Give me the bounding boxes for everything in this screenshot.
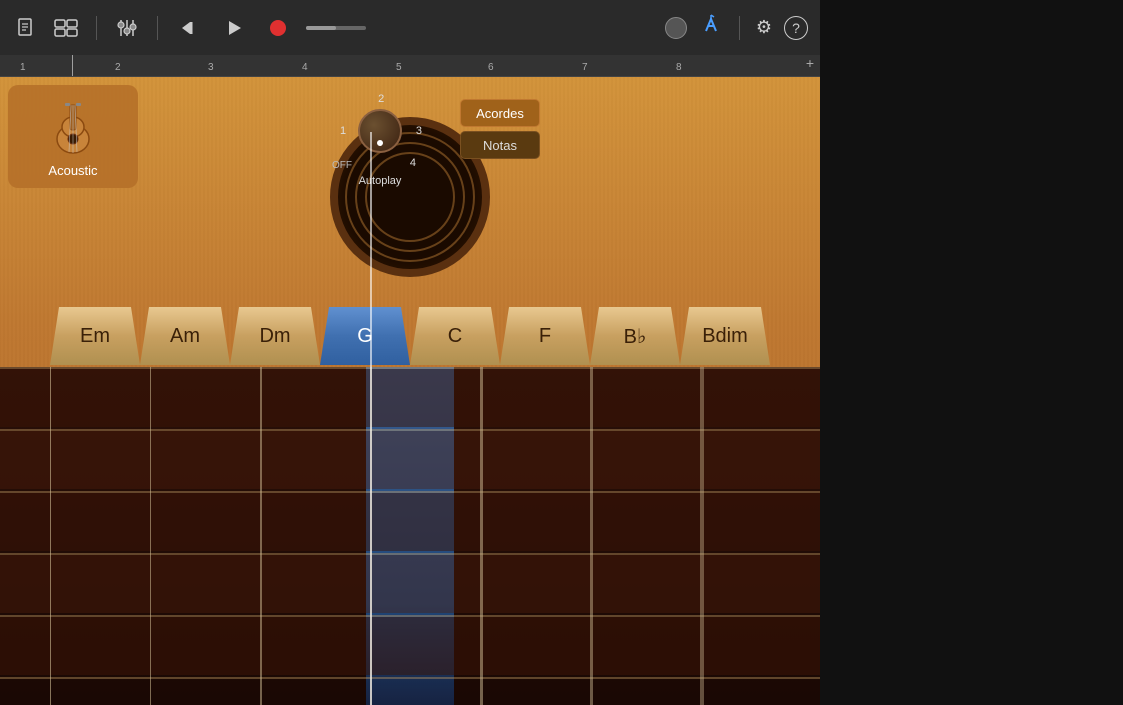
separator-3	[739, 16, 740, 40]
chord-bdim[interactable]: Bdim	[680, 307, 770, 365]
label-1: 1	[340, 125, 346, 137]
volume-fill	[306, 26, 336, 30]
ruler-mark-5: 5	[396, 62, 402, 73]
chord-em[interactable]: Em	[50, 307, 140, 365]
acordes-button[interactable]: Acordes	[460, 99, 540, 127]
fret-wood-1	[0, 369, 820, 427]
record-button[interactable]	[262, 12, 294, 44]
right-panel	[820, 0, 1123, 705]
string-3	[260, 367, 262, 705]
ruler-mark-7: 7	[582, 62, 588, 73]
autoplay-knob[interactable]	[358, 109, 402, 153]
chords-row: Em Am Dm G C F B♭ Bdim	[0, 307, 820, 365]
string-7	[700, 367, 704, 705]
label-off: OFF	[332, 160, 352, 171]
ruler-mark-1: 1	[20, 62, 26, 73]
add-track-button[interactable]: +	[806, 55, 814, 71]
label-2: 2	[378, 93, 384, 105]
instrument-icon	[41, 95, 105, 159]
fret-wood-5	[0, 617, 820, 675]
count-in-button[interactable]	[699, 13, 723, 43]
autoplay-title: Autoplay	[359, 175, 402, 187]
label-3: 3	[416, 125, 422, 137]
string-5	[480, 367, 483, 705]
fret-wood-3	[0, 493, 820, 551]
toolbar: ⚙ ?	[0, 0, 820, 55]
chord-dm[interactable]: Dm	[230, 307, 320, 365]
fret-wood-2	[0, 431, 820, 489]
ruler-mark-3: 3	[208, 62, 214, 73]
mixer-icon[interactable]	[113, 14, 141, 42]
notas-button[interactable]: Notas	[460, 131, 540, 159]
autoplay-panel: OFF 1 2 3 4 Autoplay	[340, 91, 420, 187]
instrument-panel[interactable]: Acoustic	[8, 85, 138, 188]
mode-buttons: Acordes Notas	[460, 99, 540, 159]
metronome-button[interactable]	[665, 17, 687, 39]
instrument-name: Acoustic	[48, 163, 97, 178]
fretboard[interactable]	[0, 367, 820, 705]
chord-bb[interactable]: B♭	[590, 307, 680, 365]
autoplay-knob-container: OFF 1 2 3 4	[340, 91, 420, 171]
help-icon[interactable]: ?	[784, 16, 808, 40]
volume-slider[interactable]	[306, 26, 366, 30]
chord-am[interactable]: Am	[140, 307, 230, 365]
string-1	[50, 367, 51, 705]
ruler-mark-4: 4	[302, 62, 308, 73]
separator-1	[96, 16, 97, 40]
knob-indicator	[377, 140, 383, 146]
chord-f[interactable]: F	[500, 307, 590, 365]
string-2	[150, 367, 151, 705]
play-button[interactable]	[218, 12, 250, 44]
separator-2	[157, 16, 158, 40]
fret-wood-4	[0, 555, 820, 613]
ruler-mark-2: 2	[115, 62, 121, 73]
new-document-icon[interactable]	[12, 14, 40, 42]
rewind-button[interactable]	[174, 12, 206, 44]
ruler: 1 2 3 4 5 6 7 8 +	[0, 55, 820, 77]
string-6	[590, 367, 593, 705]
tracks-view-icon[interactable]	[52, 14, 80, 42]
instrument-area: Acoustic OFF 1 2 3 4 Autoplay Acordes No…	[0, 77, 820, 705]
timeline-cursor	[370, 132, 372, 705]
ruler-mark-6: 6	[488, 62, 494, 73]
chord-c[interactable]: C	[410, 307, 500, 365]
record-circle	[270, 20, 286, 36]
fret-5	[0, 677, 820, 679]
chord-g[interactable]: G	[320, 307, 410, 365]
label-4: 4	[410, 157, 416, 169]
settings-icon[interactable]: ⚙	[756, 17, 772, 38]
ruler-mark-8: 8	[676, 62, 682, 73]
